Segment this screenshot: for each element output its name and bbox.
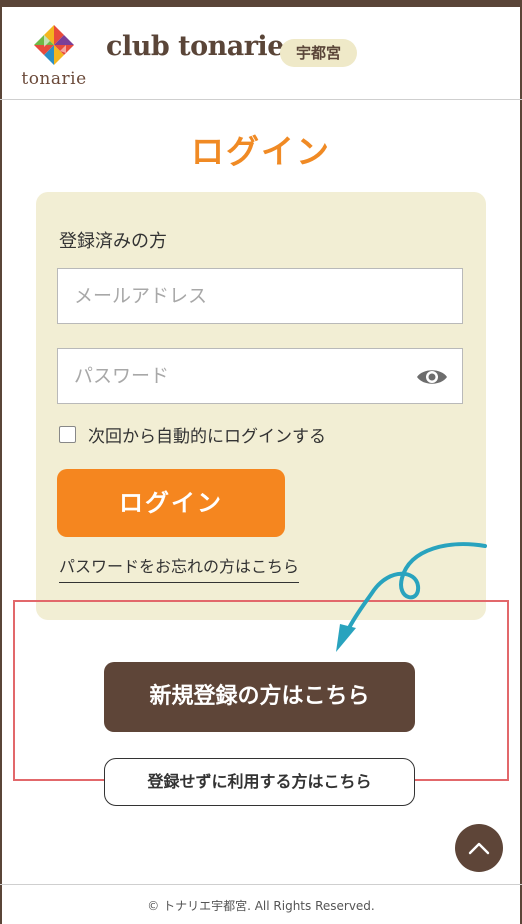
email-field[interactable] bbox=[58, 269, 462, 323]
eye-icon[interactable] bbox=[416, 365, 448, 389]
copyright-text: © トナリエ宇都宮. All Rights Reserved. bbox=[147, 899, 375, 913]
curved-arrow-icon bbox=[336, 542, 487, 652]
logo-wordmark: tonarie bbox=[21, 69, 87, 89]
chevron-up-icon bbox=[468, 842, 490, 855]
remember-label: 次回から自動的にログインする bbox=[88, 427, 326, 447]
footer-divider bbox=[0, 884, 522, 885]
remember-checkbox[interactable] bbox=[59, 426, 76, 443]
password-field[interactable] bbox=[58, 349, 462, 403]
logo-mosaic-icon bbox=[34, 25, 74, 65]
top-accent-bar bbox=[0, 0, 522, 7]
registered-users-label: 登録済みの方 bbox=[59, 231, 167, 252]
brand-name[interactable]: club tonarie bbox=[106, 31, 284, 62]
password-field-wrapper bbox=[57, 348, 463, 404]
email-field-wrapper bbox=[57, 268, 463, 324]
login-button[interactable]: ログイン bbox=[57, 469, 285, 537]
site-header: tonarie club tonarie 宇都宮 bbox=[0, 7, 522, 100]
forgot-password-link[interactable]: パスワードをお忘れの方はこちら bbox=[59, 553, 300, 583]
page-title: ログイン bbox=[191, 132, 331, 171]
register-button[interactable]: 新規登録の方はこちら bbox=[104, 662, 415, 732]
back-to-top-button[interactable] bbox=[455, 824, 503, 872]
tonarie-logo[interactable]: tonarie bbox=[18, 23, 90, 93]
location-badge: 宇都宮 bbox=[280, 39, 358, 67]
guest-continue-button[interactable]: 登録せずに利用する方はこちら bbox=[104, 758, 415, 806]
remember-login-option[interactable]: 次回から自動的にログインする bbox=[59, 422, 326, 447]
